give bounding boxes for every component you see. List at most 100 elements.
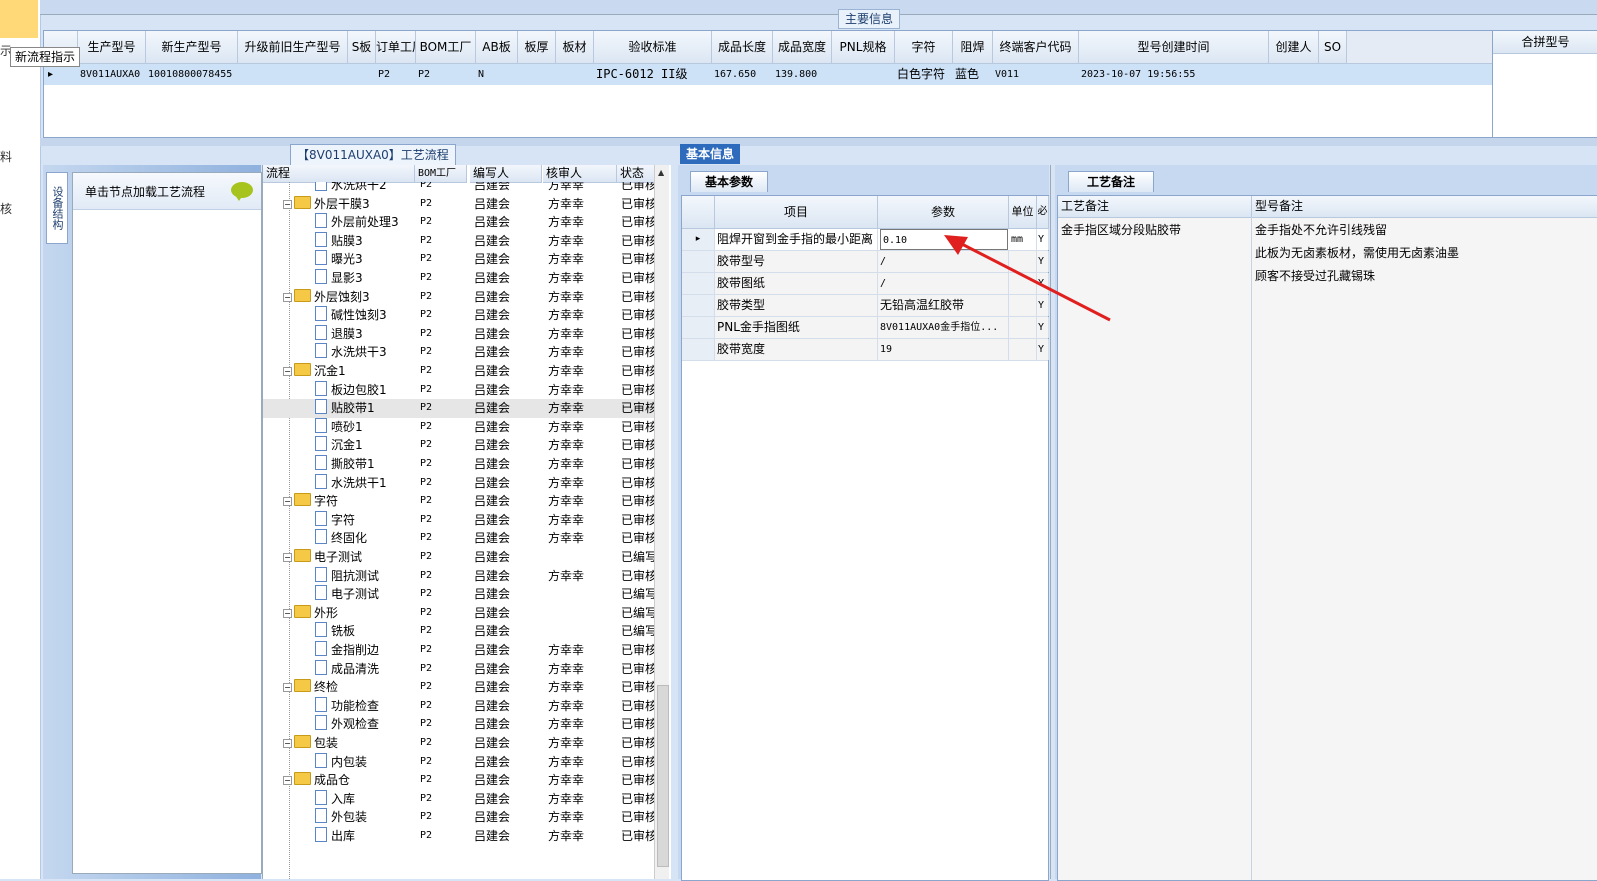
row-selector[interactable]: ▸	[682, 229, 715, 250]
process-tab-title[interactable]: 【8V011AUXA0】工艺流程	[290, 144, 456, 166]
tree-row[interactable]: 水洗烘干2 P2 吕建会 方幸幸 已审核	[263, 182, 663, 195]
tree-row[interactable]: 曝光3 P2 吕建会 方幸幸 已审核	[263, 250, 663, 269]
col-header-process[interactable]: 流程	[263, 165, 415, 183]
col-header-5[interactable]: BOM工厂	[416, 31, 476, 64]
col-header-15[interactable]: 终端客户代码	[993, 31, 1079, 64]
tree-row[interactable]: − 沉金1 P2 吕建会 方幸幸 已审核	[263, 362, 663, 381]
collapse-icon[interactable]: −	[283, 199, 292, 209]
row-selector[interactable]	[682, 273, 715, 294]
tree-row[interactable]: 成品清洗 P2 吕建会 方幸幸 已审核	[263, 659, 663, 679]
tree-row[interactable]: 沉金1 P2 吕建会 方幸幸 已审核	[263, 436, 663, 455]
param-cell-item[interactable]: 阻焊开窗到金手指的最小距离	[717, 229, 878, 250]
collapse-icon[interactable]: −	[283, 683, 292, 693]
col-header-4[interactable]: 订单工厂	[376, 31, 416, 64]
scroll-thumb[interactable]	[657, 685, 669, 867]
tab-process-notes[interactable]: 工艺备注	[1068, 171, 1155, 192]
model-note-1[interactable]: 金手指处不允许引线残留	[1255, 221, 1387, 238]
col-header-7[interactable]: 板厚	[518, 31, 556, 64]
tree-row[interactable]: 功能检查 P2 吕建会 方幸幸 已审核	[263, 696, 663, 716]
tree-row[interactable]: 内包装 P2 吕建会 方幸幸 已审核	[263, 752, 663, 772]
col-header-reviewer[interactable]: 核审人	[543, 165, 617, 183]
tree-row[interactable]: − 电子测试 P2 吕建会 已编写	[263, 548, 663, 567]
side-tab-device-structure[interactable]: 设备结构	[46, 172, 68, 244]
tree-row[interactable]: 电子测试 P2 吕建会 已编写	[263, 585, 663, 604]
param-cell-item[interactable]: 胶带型号	[717, 251, 878, 272]
tree-row[interactable]: 水洗烘干1 P2 吕建会 方幸幸 已审核	[263, 473, 663, 493]
param-cell-item[interactable]: 胶带类型	[717, 295, 878, 316]
tree-row[interactable]: − 外层干膜3 P2 吕建会 方幸幸 已审核	[263, 195, 663, 214]
tab-basic-info[interactable]: 基本信息	[680, 144, 741, 164]
tree-row[interactable]: 外包装 P2 吕建会 方幸幸 已审核	[263, 808, 663, 827]
param-cell-flag[interactable]: Y	[1038, 339, 1049, 360]
row-selector[interactable]	[682, 317, 715, 338]
main-cell-4[interactable]: P2	[376, 64, 415, 85]
tree-row[interactable]: 字符 P2 吕建会 方幸幸 已审核	[263, 510, 663, 530]
process-tree-grid[interactable]: 流程 BOM工厂 编写人 核审人 状态 水洗烘干2 P2 吕建会 方幸幸 已审核 − 外层干…	[262, 165, 671, 879]
col-header-required[interactable]: 必	[1037, 196, 1049, 229]
model-note-2[interactable]: 此板为无卤素板材，需使用无卤素油墨	[1255, 244, 1459, 261]
tree-row[interactable]: 出库 P2 吕建会 方幸幸 已审核	[263, 827, 663, 846]
collapse-icon[interactable]: −	[283, 367, 292, 376]
notes-grid[interactable]: 工艺备注 型号备注 金手指区域分段贴胶带 金手指处不允许引线残留 此板为无卤素板…	[1057, 195, 1597, 881]
param-row[interactable]: 胶带宽度 19 Y	[682, 339, 1049, 361]
main-cell-3[interactable]	[348, 64, 375, 85]
col-header-18[interactable]: SO	[1319, 31, 1347, 64]
col-header-model-note[interactable]: 型号备注	[1252, 196, 1597, 218]
tree-row[interactable]: − 成品仓 P2 吕建会 方幸幸 已审核	[263, 771, 663, 790]
param-cell-unit[interactable]	[1011, 339, 1037, 360]
main-cell-6[interactable]: N	[476, 64, 517, 85]
scroll-up-icon[interactable]: ▲	[658, 168, 664, 177]
row-selector[interactable]	[682, 251, 715, 272]
col-header-item[interactable]: 项目	[715, 196, 878, 229]
main-cell-11[interactable]: 139.800	[773, 64, 831, 85]
row-selector[interactable]	[682, 339, 715, 360]
col-header-12[interactable]: PNL规格	[832, 31, 895, 64]
param-cell-param[interactable]: 19	[880, 339, 1009, 360]
col-header-2[interactable]: 升级前旧生产型号	[238, 31, 348, 64]
model-note-3[interactable]: 顾客不接受过孔藏锡珠	[1255, 267, 1375, 284]
tree-row[interactable]: 入库 P2 吕建会 方幸幸 已审核	[263, 789, 663, 809]
nav-item-2[interactable]: 料	[0, 148, 12, 165]
main-info-grid[interactable]: 生产型号新生产型号升级前旧生产型号S板订单工厂BOM工厂AB板板厚板材验收标准成…	[43, 30, 1494, 138]
main-cell-12[interactable]	[832, 64, 894, 85]
tree-row[interactable]: 水洗烘干3 P2 吕建会 方幸幸 已审核	[263, 343, 663, 362]
main-cell-17[interactable]	[1269, 64, 1318, 85]
tree-row[interactable]: 贴膜3 P2 吕建会 方幸幸 已审核	[263, 231, 663, 251]
main-cell-5[interactable]: P2	[416, 64, 475, 85]
tree-row[interactable]: − 字符 P2 吕建会 方幸幸 已审核	[263, 492, 663, 511]
main-cell-7[interactable]	[518, 64, 555, 85]
col-header-6[interactable]: AB板	[476, 31, 518, 64]
tree-scrollbar[interactable]: ▲	[654, 165, 669, 879]
col-header-bom[interactable]: BOM工厂	[415, 165, 467, 183]
tree-row[interactable]: 碱性蚀刻3 P2 吕建会 方幸幸 已审核	[263, 306, 663, 325]
collapse-icon[interactable]: −	[283, 497, 292, 507]
main-cell-0[interactable]: 8V011AUXA0	[78, 64, 145, 85]
nav-highlight[interactable]	[0, 0, 38, 38]
col-header-17[interactable]: 创建人	[1269, 31, 1319, 64]
main-cell-15[interactable]: V011	[993, 64, 1078, 85]
load-process-box[interactable]: 单击节点加载工艺流程	[72, 172, 262, 874]
col-header-14[interactable]: 阻焊	[953, 31, 993, 64]
load-process-header[interactable]: 单击节点加载工艺流程	[73, 173, 261, 210]
tree-row[interactable]: 铣板 P2 吕建会 已编写	[263, 622, 663, 641]
tree-row[interactable]: 外层前处理3 P2 吕建会 方幸幸 已审核	[263, 213, 663, 232]
splitter[interactable]	[40, 138, 1597, 146]
param-cell-item[interactable]: 胶带宽度	[717, 339, 878, 360]
main-info-row[interactable]: ▸ 8V011AUXA0 10010800078455 P2 P2 N IPC-6012 I…	[44, 64, 1494, 85]
tree-row[interactable]: 喷砂1 P2 吕建会 方幸幸 已审核	[263, 417, 663, 437]
main-cell-16[interactable]: 2023-10-07 19:56:55	[1079, 64, 1268, 85]
collapse-icon[interactable]: −	[283, 739, 292, 748]
nav-item-3[interactable]: 核	[0, 200, 12, 217]
main-cell-9[interactable]: IPC-6012 II级	[594, 64, 711, 85]
tree-row[interactable]: 显影3 P2 吕建会 方幸幸 已审核	[263, 269, 663, 288]
tree-row[interactable]: 撕胶带1 P2 吕建会 方幸幸 已审核	[263, 455, 663, 474]
tree-row[interactable]: 贴胶带1 P2 吕建会 方幸幸 已审核	[263, 399, 663, 418]
collapse-icon[interactable]: −	[283, 608, 292, 618]
col-header-process-note[interactable]: 工艺备注	[1058, 196, 1252, 218]
collapse-icon[interactable]: −	[283, 553, 292, 562]
tree-row[interactable]: 退膜3 P2 吕建会 方幸幸 已审核	[263, 324, 663, 344]
main-cell-1[interactable]: 10010800078455	[146, 64, 237, 85]
main-cell-14[interactable]: 蓝色	[953, 64, 992, 85]
tab-basic-params[interactable]: 基本参数	[690, 171, 769, 192]
main-cell-10[interactable]: 167.650	[712, 64, 772, 85]
